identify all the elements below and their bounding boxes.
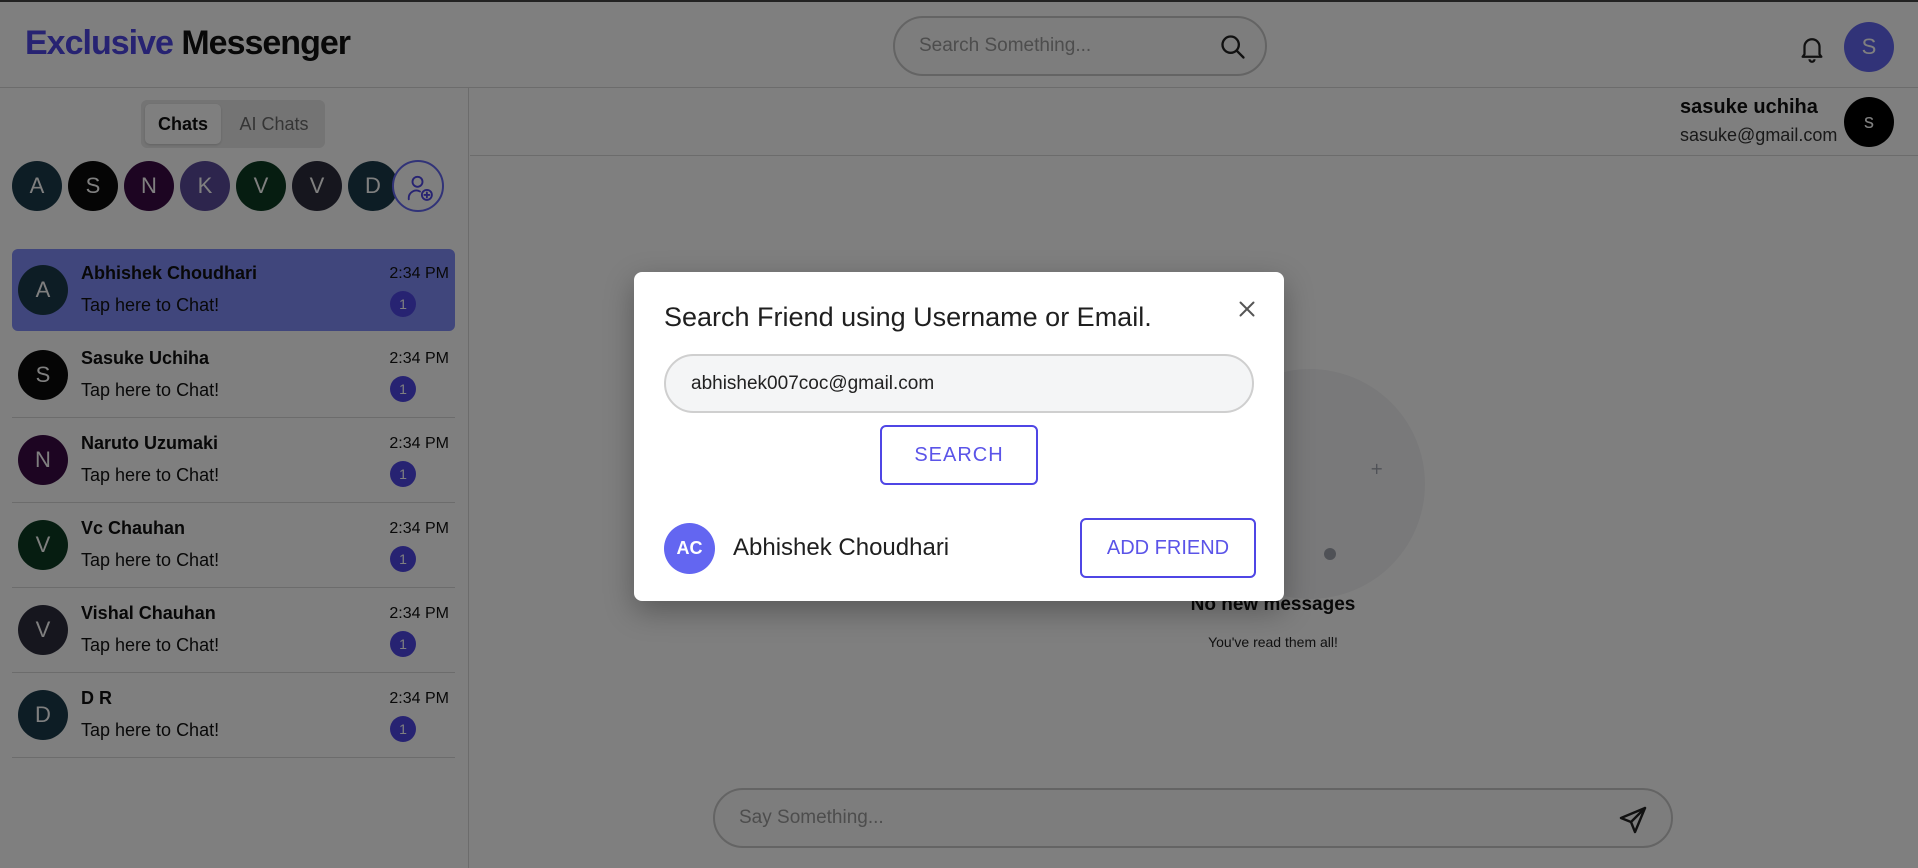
result-avatar: AC [664, 523, 715, 574]
modal-title: Search Friend using Username or Email. [664, 302, 1152, 332]
search-friend-modal: Search Friend using Username or Email. S… [634, 272, 1284, 601]
search-button[interactable]: SEARCH [880, 425, 1038, 485]
close-icon[interactable] [1234, 296, 1260, 322]
add-friend-button[interactable]: ADD FRIEND [1080, 518, 1256, 578]
result-name: Abhishek Choudhari [733, 534, 950, 561]
friend-search-input[interactable] [664, 354, 1254, 413]
